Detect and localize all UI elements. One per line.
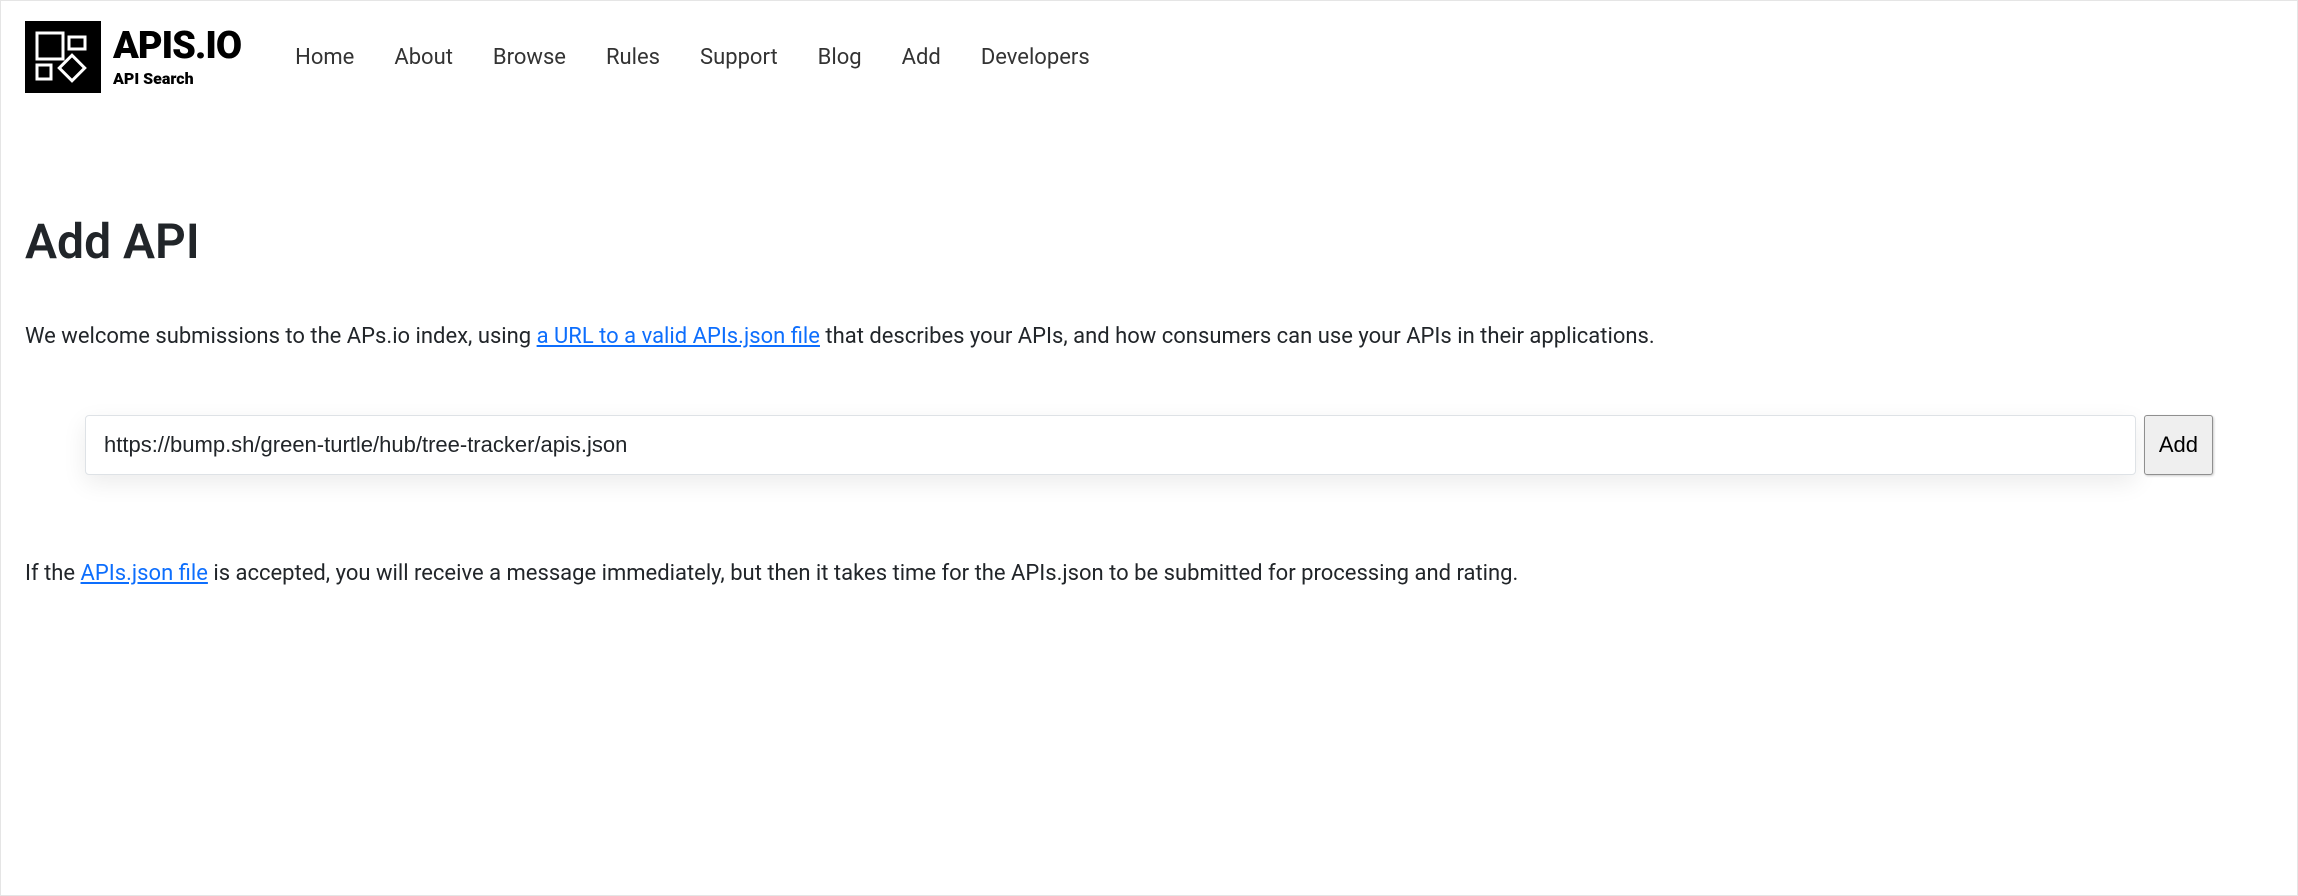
logo[interactable]: APIS.IO API Search — [25, 21, 241, 93]
intro-text-after: that describes your APIs, and how consum… — [820, 324, 1655, 349]
footer-paragraph: If the APIs.json file is accepted, you w… — [25, 555, 2273, 592]
page-title: Add API — [25, 213, 2273, 270]
main-content: Add API We welcome submissions to the AP… — [1, 113, 2297, 617]
logo-text: APIS.IO API Search — [113, 27, 241, 88]
nav-developers[interactable]: Developers — [981, 45, 1090, 70]
intro-text-before: We welcome submissions to the APs.io ind… — [25, 324, 537, 349]
add-button[interactable]: Add — [2144, 415, 2213, 475]
nav-about[interactable]: About — [394, 45, 453, 70]
nav-blog[interactable]: Blog — [818, 45, 862, 70]
apis-json-file-link[interactable]: APIs.json file — [81, 561, 208, 586]
intro-paragraph: We welcome submissions to the APs.io ind… — [25, 318, 2273, 355]
logo-icon — [25, 21, 101, 93]
nav-browse[interactable]: Browse — [493, 45, 566, 70]
main-nav: Home About Browse Rules Support Blog Add… — [295, 45, 1090, 70]
logo-subtitle: API Search — [113, 69, 241, 88]
header: APIS.IO API Search Home About Browse Rul… — [1, 1, 2297, 113]
footer-text-after: is accepted, you will receive a message … — [208, 561, 1518, 586]
apis-json-link[interactable]: a URL to a valid APIs.json file — [537, 324, 820, 349]
nav-rules[interactable]: Rules — [606, 45, 660, 70]
nav-home[interactable]: Home — [295, 45, 354, 70]
nav-add[interactable]: Add — [902, 45, 941, 70]
footer-text-before: If the — [25, 561, 81, 586]
url-input[interactable] — [85, 415, 2136, 475]
add-api-form: Add — [85, 415, 2213, 475]
logo-title: APIS.IO — [113, 27, 241, 65]
nav-support[interactable]: Support — [700, 45, 778, 70]
